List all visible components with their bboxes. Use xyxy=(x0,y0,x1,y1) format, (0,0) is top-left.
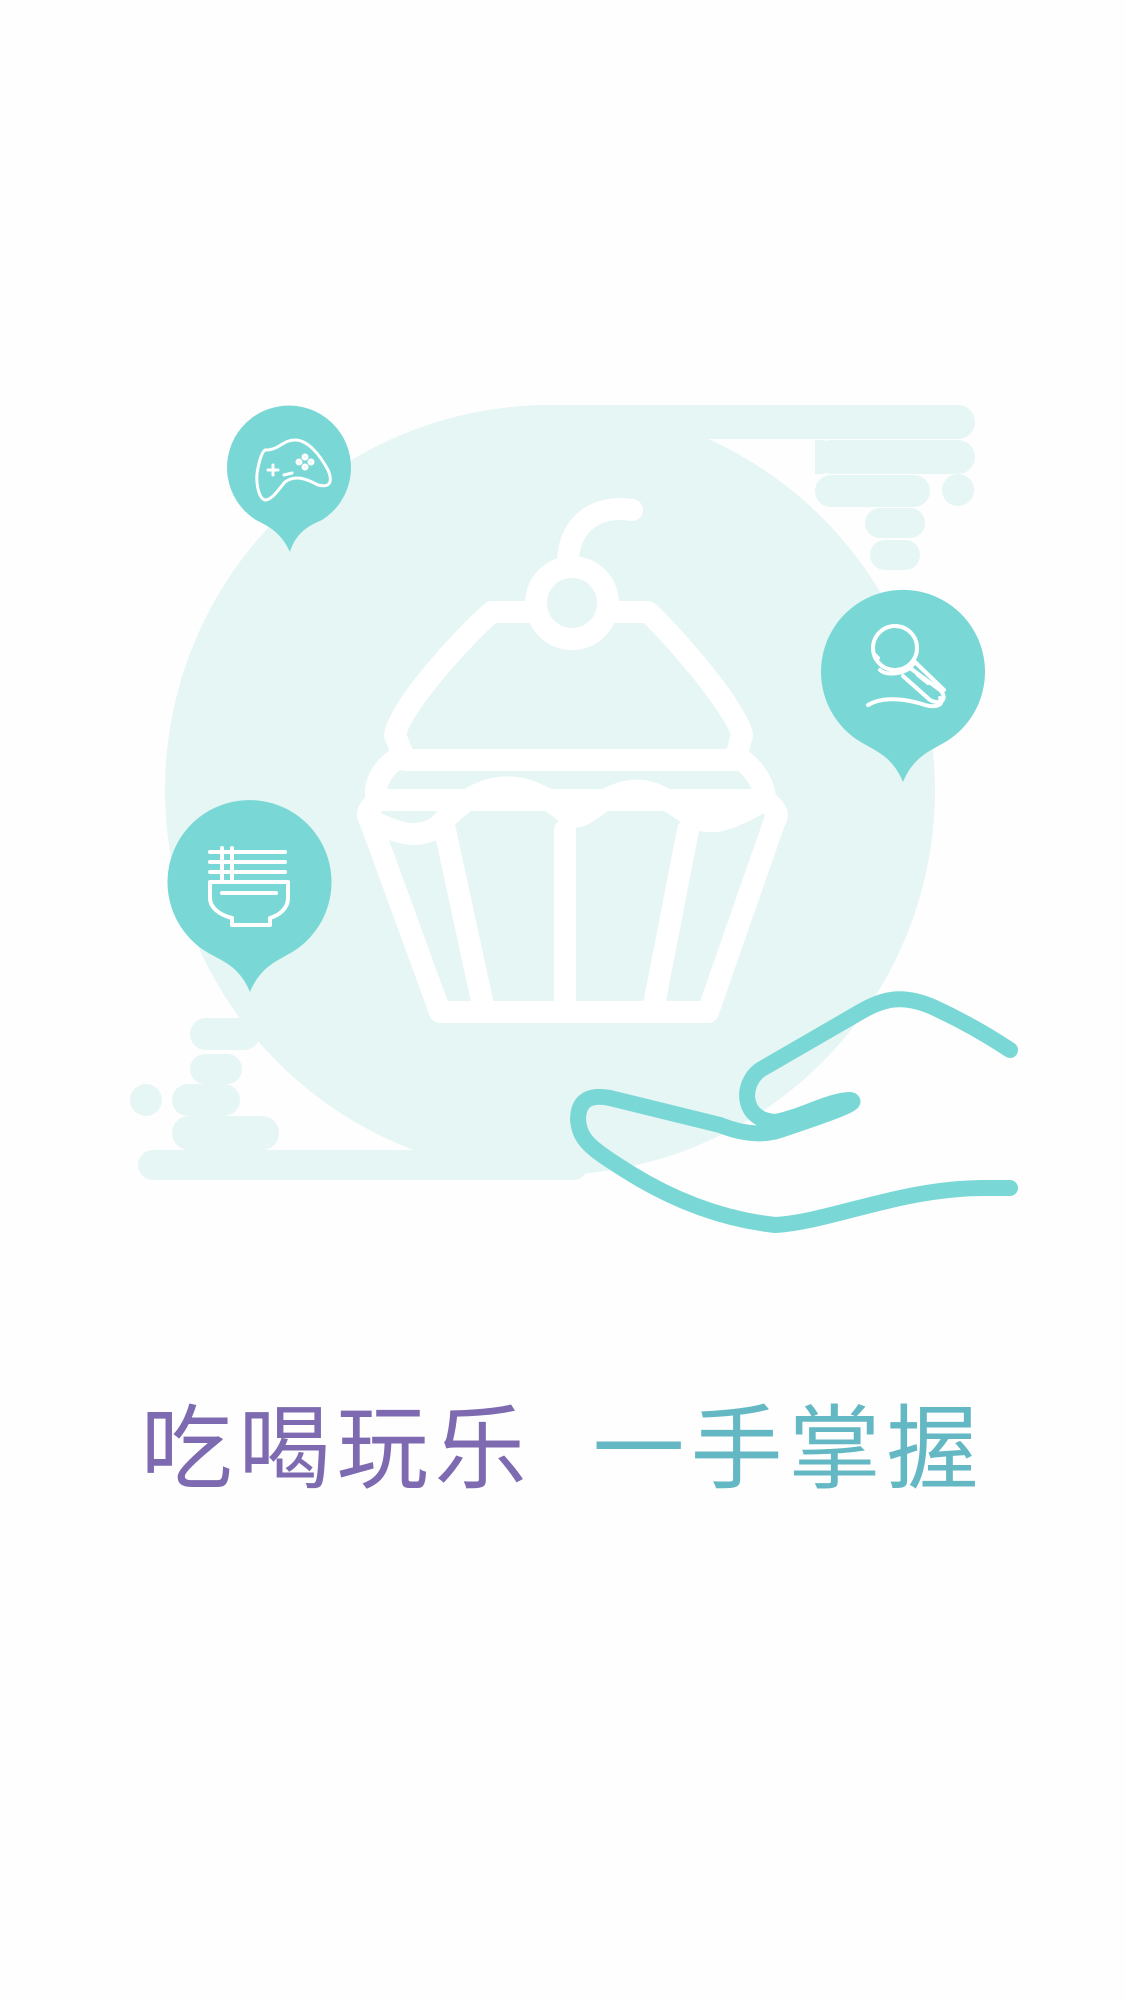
splash-illustration xyxy=(130,405,1018,1233)
slogan-part-a: 吃喝玩乐 xyxy=(140,1396,533,1503)
slogan-part-b: 一手掌握 xyxy=(592,1396,985,1503)
splash-screen: 吃喝玩乐 一手掌握 xyxy=(0,0,1125,2001)
slogan: 吃喝玩乐 一手掌握 xyxy=(0,1390,1125,1510)
